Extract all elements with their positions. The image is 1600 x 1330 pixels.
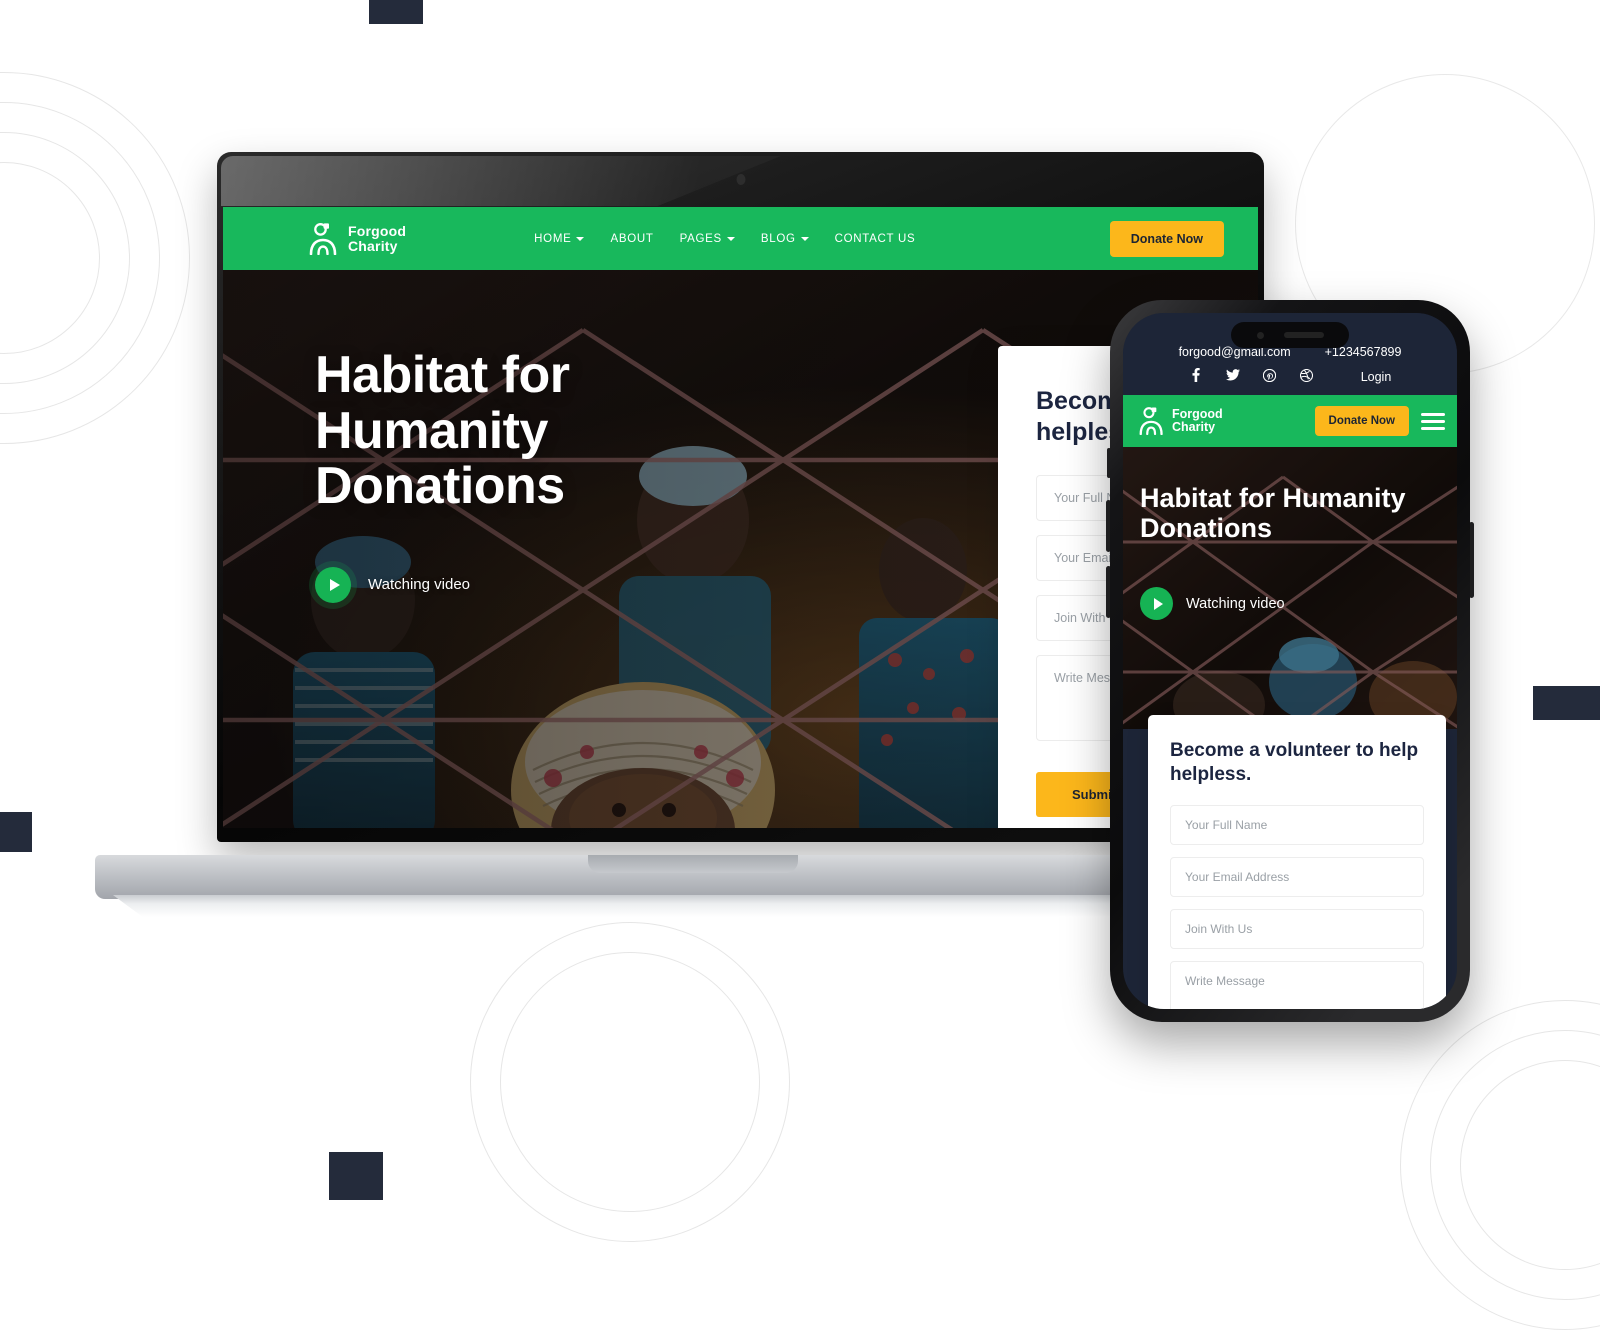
watch-video-control[interactable]: Watching video xyxy=(315,566,570,603)
decor-square-left xyxy=(0,812,32,852)
mobile-email-input[interactable] xyxy=(1170,856,1424,897)
mobile-navbar: Forgood Charity Donate Now xyxy=(1123,395,1457,447)
brand-line-2: Charity xyxy=(1172,420,1216,434)
decor-square-top xyxy=(369,0,423,24)
decor-square-bottom xyxy=(329,1152,383,1200)
lid-glare xyxy=(221,156,781,206)
site-navbar: Forgood Charity HOME ABOUT PAGES BLOG CO… xyxy=(223,207,1258,270)
phone-screen: forgood@gmail.com +1234567899 Login Forg… xyxy=(1123,313,1457,1009)
chevron-down-icon xyxy=(576,236,585,241)
mobile-watch-video-control[interactable]: Watching video xyxy=(1140,587,1443,621)
mobile-message-textarea[interactable] xyxy=(1170,960,1424,1009)
mobile-brand-logo[interactable]: Forgood Charity xyxy=(1139,407,1223,435)
dribbble-icon[interactable] xyxy=(1300,368,1314,385)
chevron-down-icon xyxy=(726,236,735,241)
decor-rings-bottom xyxy=(500,952,760,1212)
nav-item-about[interactable]: ABOUT xyxy=(610,233,653,245)
person-charity-icon xyxy=(309,222,337,255)
decor-rings-left xyxy=(0,162,100,354)
nav-item-home[interactable]: HOME xyxy=(534,232,585,245)
nav-item-contact-us[interactable]: CONTACT US xyxy=(835,233,916,245)
phone-notch xyxy=(1231,322,1349,348)
mobile-hero-section: Habitat for Humanity Donations Watching … xyxy=(1123,447,1457,729)
hamburger-menu-icon[interactable] xyxy=(1421,409,1445,434)
decor-rings-bottom xyxy=(470,922,790,1242)
login-link[interactable]: Login xyxy=(1361,370,1392,384)
mobile-join-with-us-input[interactable] xyxy=(1170,908,1424,949)
nav-label: CONTACT US xyxy=(834,232,916,245)
decor-rings-bottom-right xyxy=(1430,1030,1600,1300)
front-camera-icon xyxy=(1256,331,1264,339)
person-charity-icon xyxy=(1139,407,1163,435)
twitter-icon[interactable] xyxy=(1225,369,1240,384)
decor-rings-bottom-right xyxy=(1400,1000,1600,1330)
chevron-down-icon xyxy=(800,236,809,241)
mobile-hero-content: Habitat for Humanity Donations Watching … xyxy=(1140,483,1443,621)
hero-title: Habitat for Humanity Donations xyxy=(315,346,570,516)
primary-navigation: HOME ABOUT PAGES BLOG CONTACT US xyxy=(534,233,915,245)
laptop-lid: Forgood Charity HOME ABOUT PAGES BLOG CO… xyxy=(217,152,1264,842)
hero-title-line-2: Humanity xyxy=(315,401,548,460)
mobile-volunteer-form-card: Become a volunteer to help helpless. xyxy=(1148,715,1446,1009)
facebook-icon[interactable] xyxy=(1189,368,1203,385)
brand-logo[interactable]: Forgood Charity xyxy=(309,222,406,255)
nav-label: BLOG xyxy=(760,232,796,245)
nav-label: ABOUT xyxy=(610,232,654,245)
brand-name: Forgood Charity xyxy=(348,224,406,253)
earpiece-speaker-icon xyxy=(1283,332,1324,338)
hero-title-line-1: Habitat for xyxy=(315,346,570,404)
decor-square-right xyxy=(1533,686,1600,720)
hero-title-line-3: Donations xyxy=(315,457,565,516)
brand-line-2: Charity xyxy=(348,237,398,254)
mobile-volunteer-form-title: Become a volunteer to help helpless. xyxy=(1170,740,1419,785)
phone-mockup: forgood@gmail.com +1234567899 Login Forg… xyxy=(1106,300,1474,1022)
hero-content: Habitat for Humanity Donations Watching … xyxy=(315,346,570,603)
mobile-hero-title: Habitat for Humanity Donations xyxy=(1140,483,1443,543)
play-icon[interactable] xyxy=(315,566,351,603)
mobile-hero-title-line-1: Habitat for Humanity xyxy=(1140,483,1406,513)
webcam-icon xyxy=(736,174,745,185)
donate-now-button[interactable]: Donate Now xyxy=(1109,220,1224,257)
mobile-donate-now-button[interactable]: Donate Now xyxy=(1314,406,1409,436)
nav-item-blog[interactable]: BLOG xyxy=(761,233,809,245)
nav-label: HOME xyxy=(534,232,572,245)
brand-line-1: Forgood xyxy=(348,223,407,240)
laptop-screen: Forgood Charity HOME ABOUT PAGES BLOG CO… xyxy=(223,207,1258,828)
mobile-social-row: Login xyxy=(1137,368,1443,385)
mobile-brand-name: Forgood Charity xyxy=(1172,408,1223,434)
pinterest-icon[interactable] xyxy=(1263,368,1277,385)
play-icon[interactable] xyxy=(1140,587,1173,621)
nav-label: PAGES xyxy=(679,232,722,245)
hero-section: Habitat for Humanity Donations Watching … xyxy=(223,270,1258,828)
watch-video-label: Watching video xyxy=(368,576,470,594)
mobile-full-name-input[interactable] xyxy=(1170,804,1424,845)
nav-item-pages[interactable]: PAGES xyxy=(680,233,735,245)
laptop-trackpad-notch xyxy=(588,855,798,873)
mobile-hero-title-line-2: Donations xyxy=(1140,513,1272,544)
phone-body: forgood@gmail.com +1234567899 Login Forg… xyxy=(1110,300,1470,1022)
mobile-watch-video-label: Watching video xyxy=(1186,595,1285,612)
decor-rings-bottom-right xyxy=(1460,1060,1600,1270)
